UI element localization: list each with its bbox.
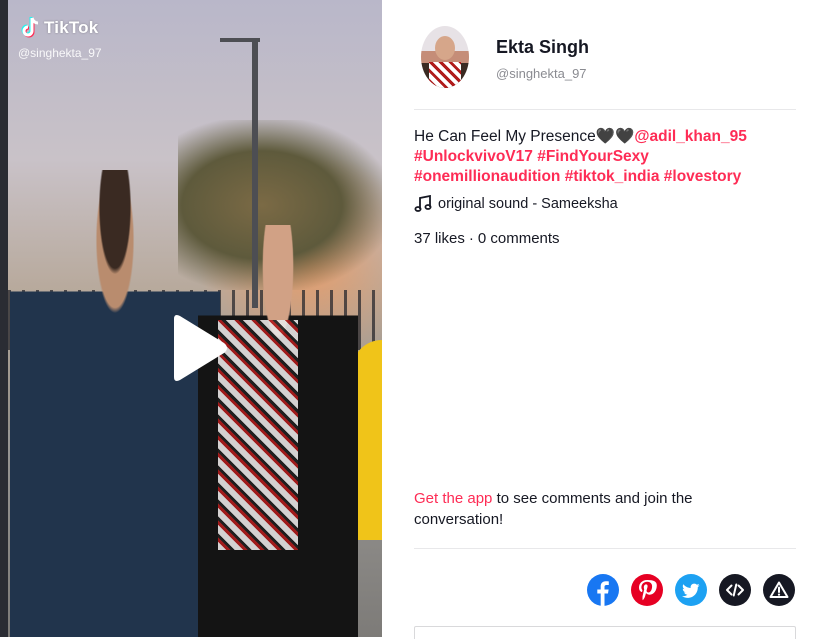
caption-text: He Can Feel My Presence🖤🖤 (414, 128, 635, 145)
sound-label: original sound - Sameeksha (438, 196, 618, 212)
footer-divider (414, 548, 796, 549)
hashtag-link[interactable]: #tiktok_india (565, 168, 660, 185)
comments-count: 0 comments (477, 230, 560, 247)
author-name[interactable]: Ekta Singh (496, 37, 589, 58)
get-app-prompt: Get the app to see comments and join the… (414, 488, 774, 530)
page-edge (0, 0, 8, 637)
hashtag-link[interactable]: #UnlockvivoV17 (414, 148, 533, 165)
video-man-figure (10, 170, 220, 637)
tiktok-brand-text: TikTok (44, 18, 99, 37)
comment-box-edge (414, 626, 796, 639)
share-twitter-button[interactable] (675, 574, 707, 606)
avatar-scarf (429, 62, 461, 88)
author-handle[interactable]: @singhekta_97 (496, 66, 587, 81)
music-note-icon (414, 195, 432, 212)
post-stats: 37 likes · 0 comments (414, 230, 560, 247)
share-embed-button[interactable] (719, 574, 751, 606)
avatar-face (435, 36, 455, 60)
author-avatar[interactable] (421, 26, 469, 88)
pinterest-icon (631, 574, 663, 606)
report-button[interactable] (763, 574, 795, 606)
play-icon[interactable] (166, 313, 230, 383)
embed-code-icon (719, 574, 751, 606)
video-player[interactable]: TikTok @singhekta_97 (8, 0, 382, 637)
mention-link[interactable]: @adil_khan_95 (634, 128, 746, 145)
tiktok-watermark: TikTok (20, 17, 98, 39)
share-facebook-button[interactable] (587, 574, 619, 606)
video-scarf (218, 320, 298, 550)
tiktok-logo-icon (21, 17, 39, 38)
post-caption: He Can Feel My Presence🖤🖤@adil_khan_95 #… (414, 127, 799, 187)
get-app-link[interactable]: Get the app (414, 490, 492, 507)
watermark-handle: @singhekta_97 (18, 46, 102, 60)
hashtag-link[interactable]: #FindYourSexy (537, 148, 649, 165)
hashtag-link[interactable]: #lovestory (664, 168, 742, 185)
share-pinterest-button[interactable] (631, 574, 663, 606)
facebook-icon (587, 574, 619, 606)
hashtag-link[interactable]: #onemillionaudition (414, 168, 560, 185)
likes-count: 37 likes (414, 230, 465, 247)
header-divider (414, 109, 796, 110)
twitter-icon (675, 574, 707, 606)
report-icon (763, 574, 795, 606)
stats-separator: · (468, 230, 474, 247)
sound-row[interactable]: original sound - Sameeksha (414, 195, 618, 213)
post-info-panel (382, 0, 819, 637)
